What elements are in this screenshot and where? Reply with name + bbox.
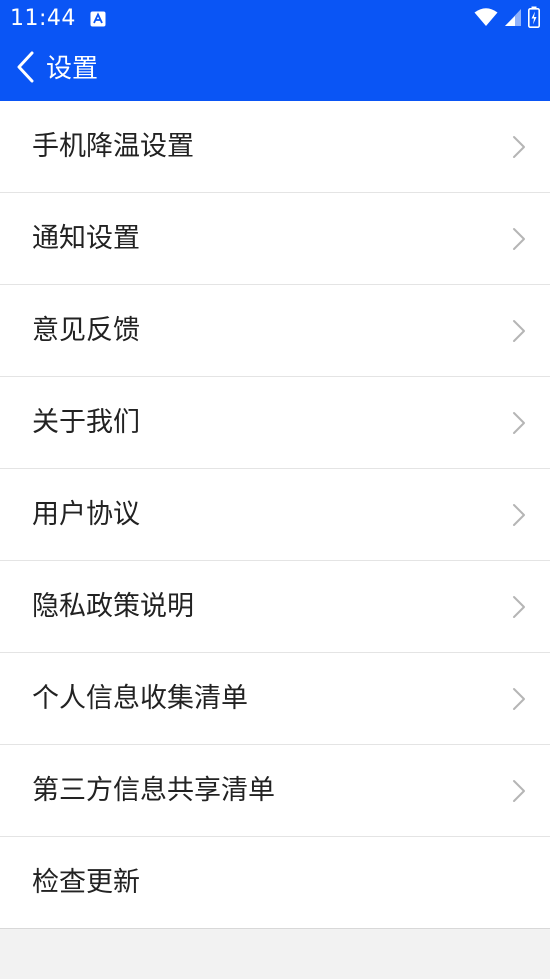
settings-item-privacy-policy[interactable]: 隐私政策说明 bbox=[0, 561, 550, 653]
back-button[interactable] bbox=[8, 48, 44, 90]
settings-item-personal-info-list[interactable]: 个人信息收集清单 bbox=[0, 653, 550, 745]
chevron-right-icon bbox=[512, 779, 526, 803]
chevron-right-icon bbox=[512, 595, 526, 619]
settings-item-third-party-sharing-list[interactable]: 第三方信息共享清单 bbox=[0, 745, 550, 837]
settings-item-label: 用户协议 bbox=[32, 499, 140, 530]
chevron-right-icon bbox=[512, 503, 526, 527]
status-bar: 11:44 bbox=[0, 0, 550, 38]
settings-item-label: 个人信息收集清单 bbox=[32, 683, 248, 714]
chevron-right-icon bbox=[512, 687, 526, 711]
chevron-right-icon bbox=[512, 411, 526, 435]
settings-item-phone-cooling[interactable]: 手机降温设置 bbox=[0, 101, 550, 193]
settings-item-label: 手机降温设置 bbox=[32, 131, 194, 162]
settings-item-label: 检查更新 bbox=[32, 867, 140, 898]
status-time: 11:44 bbox=[10, 6, 76, 31]
settings-item-notifications[interactable]: 通知设置 bbox=[0, 193, 550, 285]
settings-list: 手机降温设置 通知设置 意见反馈 关于我们 用户协议 隐私政策说明 个人信息收集… bbox=[0, 101, 550, 929]
chevron-right-icon bbox=[512, 319, 526, 343]
settings-item-label: 第三方信息共享清单 bbox=[32, 775, 275, 806]
settings-item-user-agreement[interactable]: 用户协议 bbox=[0, 469, 550, 561]
status-icons bbox=[474, 6, 540, 32]
chevron-right-icon bbox=[512, 135, 526, 159]
settings-item-about-us[interactable]: 关于我们 bbox=[0, 377, 550, 469]
wifi-icon bbox=[474, 7, 498, 31]
settings-item-label: 意见反馈 bbox=[32, 315, 140, 346]
page-title: 设置 bbox=[46, 54, 99, 84]
settings-item-check-update[interactable]: 检查更新 bbox=[0, 837, 550, 929]
app-bar: 设置 bbox=[0, 38, 550, 101]
cell-signal-icon bbox=[504, 7, 522, 31]
a-notification-icon bbox=[90, 11, 106, 27]
settings-item-feedback[interactable]: 意见反馈 bbox=[0, 285, 550, 377]
chevron-right-icon bbox=[512, 227, 526, 251]
settings-item-label: 关于我们 bbox=[32, 407, 140, 438]
battery-charging-icon bbox=[528, 6, 540, 32]
back-chevron-icon bbox=[16, 51, 36, 87]
settings-item-label: 通知设置 bbox=[32, 223, 140, 254]
settings-item-label: 隐私政策说明 bbox=[32, 591, 194, 622]
